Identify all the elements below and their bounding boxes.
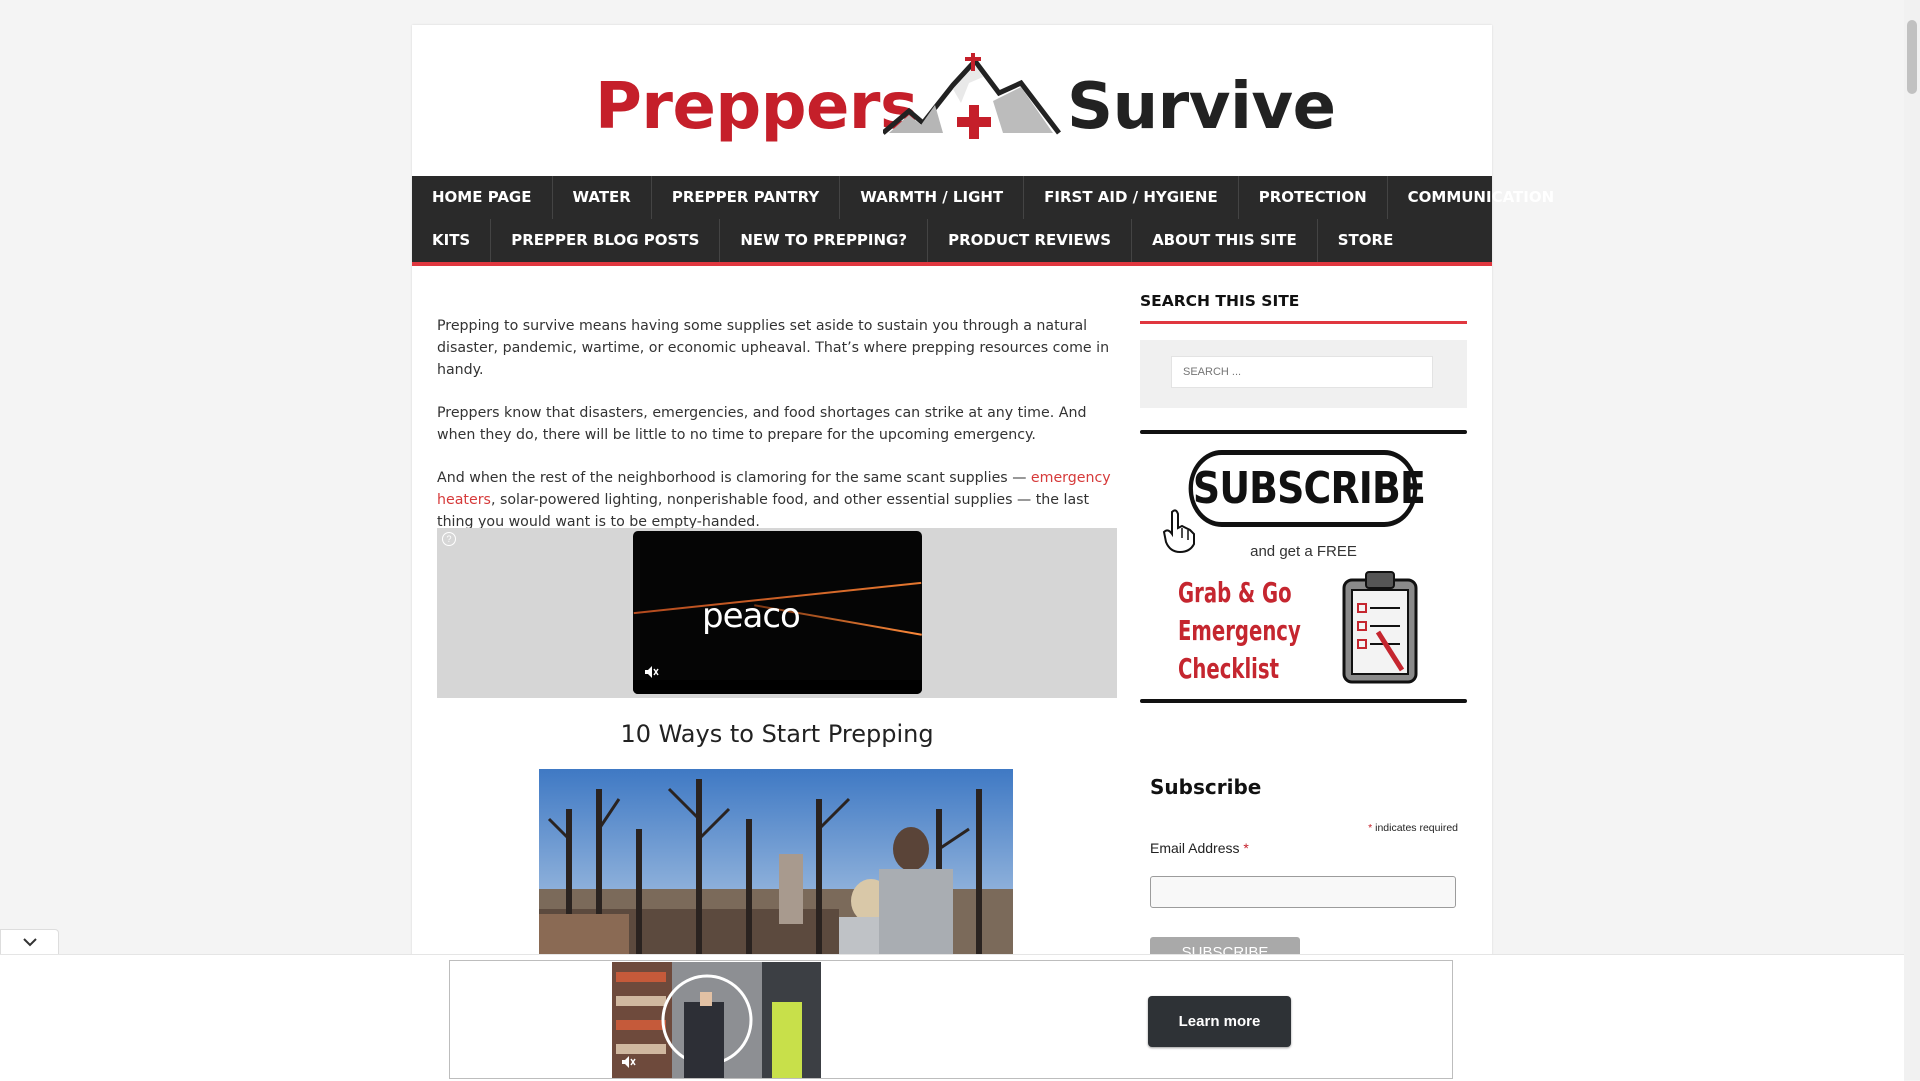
nav-row-1: HOME PAGE WATER PREPPER PANTRY WARMTH / … <box>412 176 1574 219</box>
nav-new-to-prepping[interactable]: NEW TO PREPPING? <box>720 219 929 262</box>
subscribe-banner[interactable]: SUBSCRIBE and get a FREE Grab & Go Emerg… <box>1140 430 1467 703</box>
section-title: 10 Ways to Start Prepping <box>620 720 934 748</box>
search-widget-title: SEARCH THIS SITE <box>1140 292 1467 324</box>
collapse-ad-button[interactable] <box>0 929 59 955</box>
page-container: Preppers Survive HOME PAGE WATER PREPPER… <box>412 25 1554 1080</box>
banner-checklist-line: Grab & Go <box>1178 576 1292 609</box>
email-required-star: * <box>1243 840 1249 856</box>
ad-video-graphic <box>612 962 821 1078</box>
p3-text-before: And when the rest of the neighborhood is… <box>437 470 1031 486</box>
clipboard-icon <box>1342 571 1418 684</box>
article-content: Prepping to survive means having some su… <box>437 315 1117 554</box>
video-ad-container: ? peaco <box>437 528 1117 698</box>
hero-image-graphic <box>539 769 1013 955</box>
email-label-text: Email Address <box>1150 840 1240 856</box>
required-note: * indicates required <box>1312 822 1458 834</box>
help-circle-icon[interactable]: ? <box>442 532 456 546</box>
mute-icon[interactable] <box>643 664 659 680</box>
video-player[interactable]: peaco <box>633 531 922 694</box>
ad-frame[interactable]: Learn more <box>449 960 1453 1079</box>
chevron-down-icon <box>22 938 37 947</box>
banner-rule-top <box>1140 430 1467 434</box>
nav-about-this-site[interactable]: ABOUT THIS SITE <box>1132 219 1318 262</box>
email-field[interactable] <box>1150 876 1456 908</box>
intro-paragraph-1: Prepping to survive means having some su… <box>437 318 1110 378</box>
banner-checklist-line: Checklist <box>1178 652 1280 685</box>
banner-checklist-line: Emergency <box>1178 614 1301 647</box>
logo-word-preppers: Preppers <box>595 70 918 144</box>
nav-prepper-blog-posts[interactable]: PREPPER BLOG POSTS <box>491 219 721 262</box>
wildfire-couple-image <box>539 769 1013 955</box>
search-input[interactable] <box>1171 356 1433 388</box>
ad-video[interactable] <box>612 962 821 1078</box>
main-navigation: HOME PAGE WATER PREPPER PANTRY WARMTH / … <box>412 176 1554 266</box>
bottom-ad-bar: Learn more <box>0 954 1904 1081</box>
scrollbar-thumb[interactable] <box>1907 20 1917 94</box>
required-star: * <box>1368 822 1373 834</box>
nav-prepper-pantry[interactable]: PREPPER PANTRY <box>652 176 841 219</box>
required-note-text: indicates required <box>1375 822 1458 834</box>
site-logo[interactable]: Preppers Survive <box>595 53 1336 165</box>
logo-word-survive: Survive <box>1067 70 1336 144</box>
nav-product-reviews[interactable]: PRODUCT REVIEWS <box>928 219 1133 262</box>
site-header: Preppers Survive <box>412 25 1492 176</box>
email-label: Email Address * <box>1150 840 1249 856</box>
intro-paragraph-3: And when the rest of the neighborhood is… <box>437 467 1117 533</box>
intro-paragraph-2: Preppers know that disasters, emergencie… <box>437 405 1087 443</box>
search-widget <box>1140 340 1467 408</box>
banner-rule-bottom <box>1140 699 1467 703</box>
nav-first-aid-hygiene[interactable]: FIRST AID / HYGIENE <box>1024 176 1239 219</box>
video-control-bar <box>633 680 922 694</box>
nav-kits[interactable]: KITS <box>412 219 492 262</box>
page-scrollbar[interactable] <box>1904 0 1920 1080</box>
nav-home-page[interactable]: HOME PAGE <box>412 176 553 219</box>
video-brand-text: peaco <box>702 596 801 636</box>
nav-warmth-light[interactable]: WARMTH / LIGHT <box>840 176 1025 219</box>
nav-store[interactable]: STORE <box>1318 219 1414 262</box>
nav-water[interactable]: WATER <box>553 176 652 219</box>
nav-row-2: KITS PREPPER BLOG POSTS NEW TO PREPPING?… <box>412 219 1413 262</box>
mountain-cross-icon <box>883 53 1061 139</box>
banner-checklist-text: Grab & Go Emergency Checklist <box>1178 574 1318 688</box>
subscribe-form-title: Subscribe <box>1150 775 1262 799</box>
nav-protection[interactable]: PROTECTION <box>1239 176 1388 219</box>
p3-text-after: , solar-powered lighting, nonperishable … <box>437 492 1090 530</box>
learn-more-button[interactable]: Learn more <box>1148 996 1291 1047</box>
banner-free-text: and get a FREE <box>1250 543 1357 560</box>
nav-communication[interactable]: COMMUNICATION <box>1388 176 1575 219</box>
mute-icon[interactable] <box>620 1054 636 1070</box>
banner-subscribe-pill: SUBSCRIBE <box>1188 450 1426 527</box>
